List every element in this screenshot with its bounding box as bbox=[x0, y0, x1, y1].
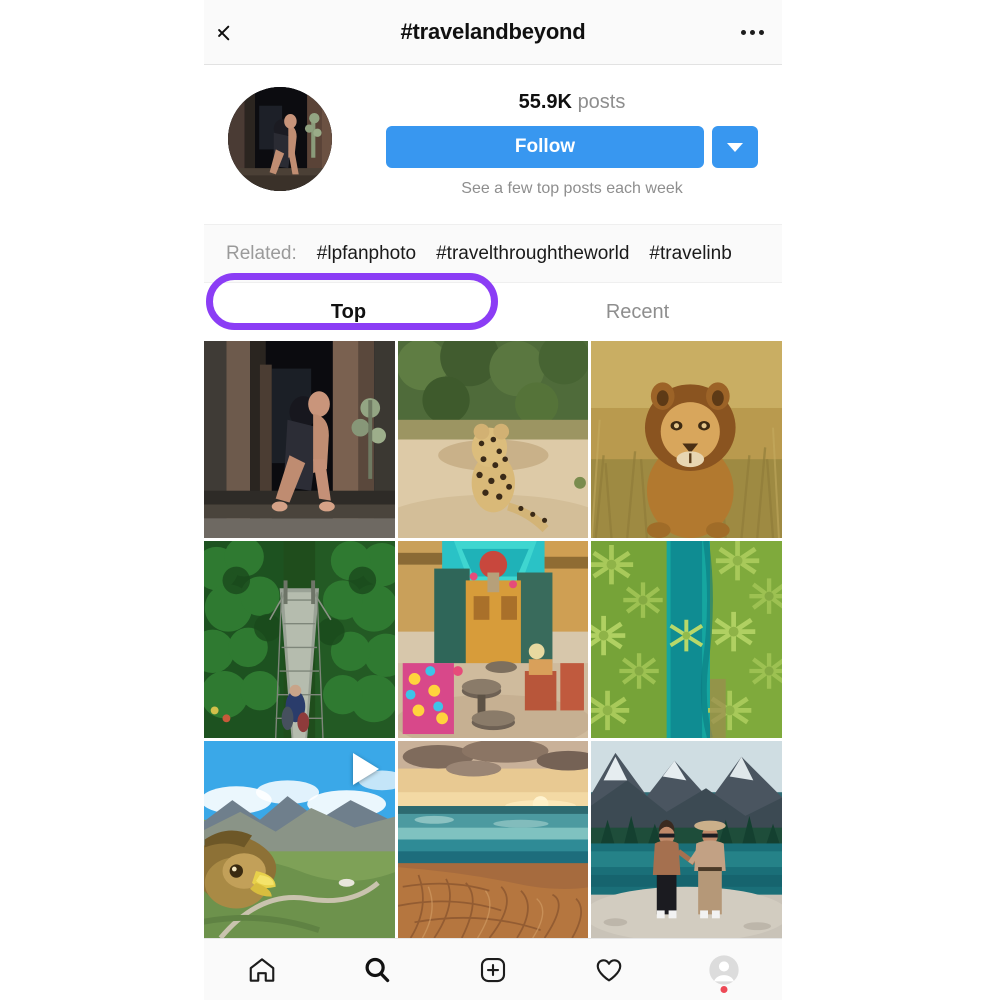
related-hashtag-2[interactable]: #travelthroughtheworld bbox=[436, 243, 629, 265]
tab-bar: Top Recent bbox=[204, 273, 782, 341]
profile-details: 55.9K posts Follow See a few top posts e… bbox=[386, 87, 758, 198]
related-hashtag-1[interactable]: #lpfanphoto bbox=[317, 243, 416, 265]
post-count: 55.9K posts bbox=[519, 91, 626, 114]
profile-avatar-icon bbox=[709, 954, 739, 985]
hashtag-profile-section: 55.9K posts Follow See a few top posts e… bbox=[204, 65, 782, 225]
chevron-down-icon bbox=[727, 142, 743, 152]
post-grid bbox=[204, 341, 782, 938]
follow-button[interactable]: Follow bbox=[386, 126, 704, 168]
related-hashtags-row[interactable]: Related: #lpfanphoto #travelthroughthewo… bbox=[204, 225, 782, 283]
instagram-hashtag-screen: #travelandbeyond 55.9K posts Follow See … bbox=[204, 0, 782, 1000]
post-count-value: 55.9K bbox=[518, 91, 572, 113]
chevron-left-icon bbox=[226, 19, 242, 45]
post-leopard-on-sand[interactable] bbox=[397, 341, 589, 538]
tab-recent[interactable]: Recent bbox=[493, 283, 782, 341]
nav-activity[interactable] bbox=[551, 939, 667, 1000]
post-colorful-courtyard-cafe[interactable] bbox=[397, 541, 589, 738]
search-icon bbox=[365, 957, 390, 982]
back-button[interactable] bbox=[204, 19, 264, 45]
notification-badge bbox=[720, 986, 728, 993]
ellipsis-icon bbox=[740, 29, 764, 35]
post-couple-cabin-doorway[interactable] bbox=[204, 341, 395, 538]
follow-options-button[interactable] bbox=[712, 126, 758, 168]
post-count-label: posts bbox=[577, 91, 626, 113]
nav-profile[interactable] bbox=[666, 939, 782, 1000]
home-icon bbox=[249, 957, 275, 982]
nav-home[interactable] bbox=[204, 939, 320, 1000]
heart-icon bbox=[596, 958, 621, 981]
follow-subtitle: See a few top posts each week bbox=[461, 180, 683, 197]
video-play-icon bbox=[352, 753, 379, 785]
post-lion-in-grass[interactable] bbox=[591, 341, 782, 538]
related-label: Related: bbox=[226, 242, 297, 264]
post-suspension-bridge-forest[interactable] bbox=[204, 541, 395, 738]
post-aerial-palms-turquoise-river[interactable] bbox=[591, 541, 782, 738]
add-post-icon bbox=[480, 957, 506, 982]
app-header: #travelandbeyond bbox=[204, 0, 782, 65]
nav-search[interactable] bbox=[320, 939, 436, 1000]
avatar[interactable] bbox=[228, 87, 332, 191]
page-title: #travelandbeyond bbox=[400, 19, 586, 44]
bottom-navigation bbox=[204, 938, 782, 1000]
tab-top[interactable]: Top bbox=[204, 283, 493, 341]
nav-add-post[interactable] bbox=[435, 939, 551, 1000]
more-options-button[interactable] bbox=[722, 29, 782, 35]
post-sunset-beach-sand-ripples[interactable] bbox=[397, 741, 589, 938]
post-eagle-over-mountains[interactable] bbox=[204, 741, 395, 938]
related-hashtag-3[interactable]: #travelinb bbox=[649, 243, 731, 265]
avatar-image bbox=[228, 87, 332, 191]
follow-controls: Follow bbox=[386, 126, 758, 168]
post-couple-mountain-lake[interactable] bbox=[591, 741, 782, 938]
